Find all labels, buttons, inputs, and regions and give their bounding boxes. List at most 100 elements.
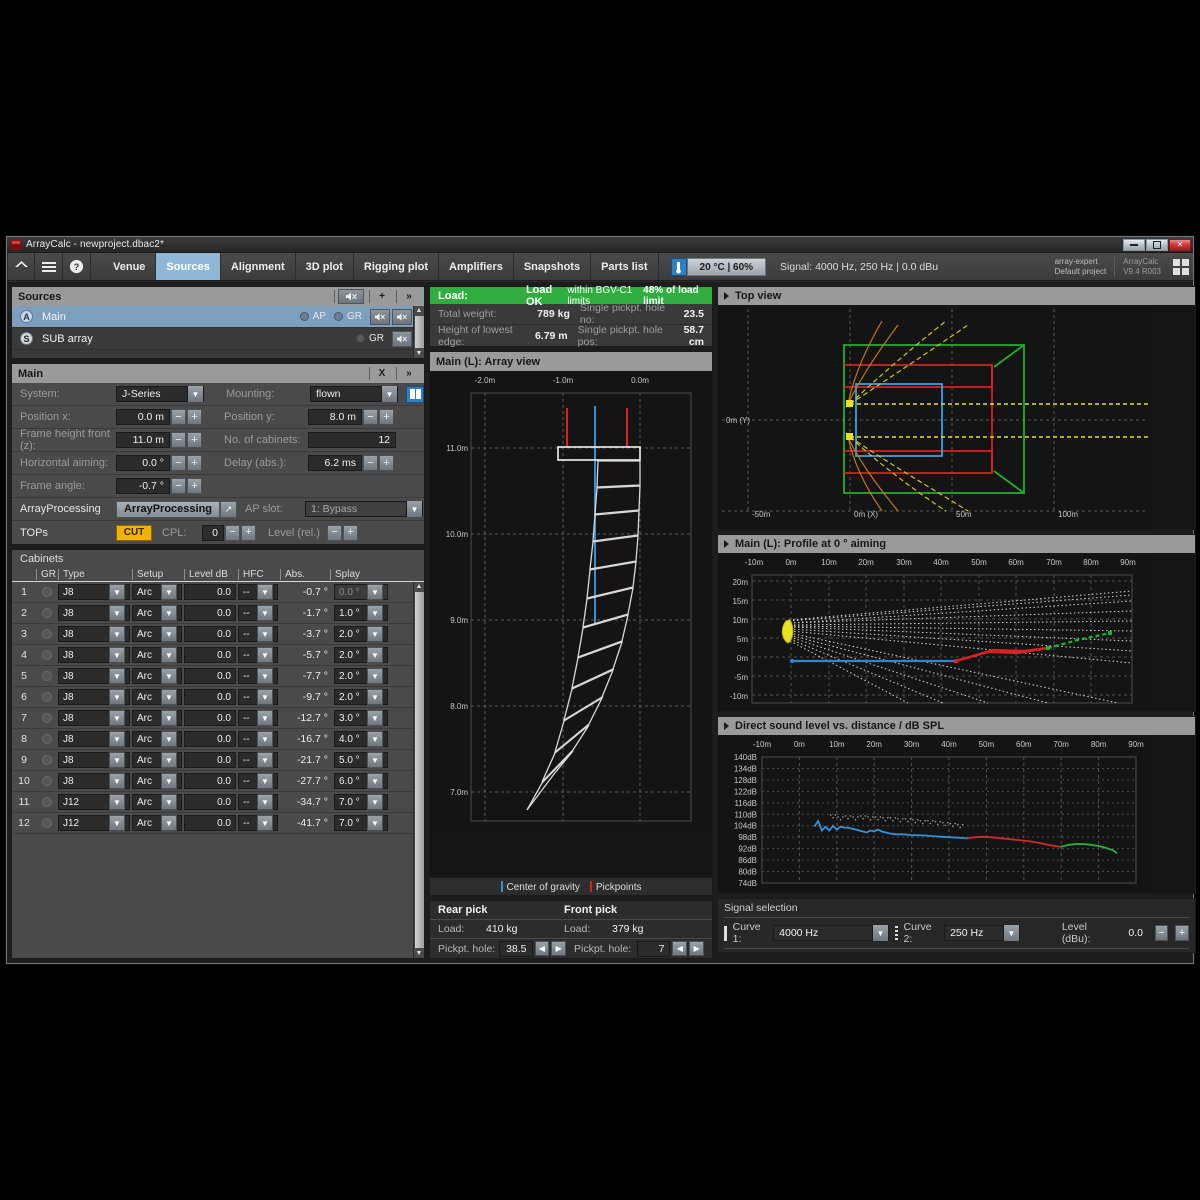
cabinet-hfc-select[interactable]: --▼ [238, 773, 278, 789]
cpl-minus-button[interactable]: − [225, 525, 240, 541]
mounting-select[interactable]: flown ▼ [310, 386, 398, 402]
expand-triangle-icon[interactable] [724, 722, 729, 730]
position-x-minus-button[interactable]: − [171, 409, 186, 425]
chevron-down-icon[interactable]: ▼ [1003, 925, 1019, 941]
chevron-down-icon[interactable]: ▼ [109, 731, 125, 747]
cabinet-gr-toggle[interactable] [36, 650, 58, 660]
chevron-down-icon[interactable]: ▼ [161, 710, 177, 726]
delay-plus-button[interactable]: + [379, 455, 394, 471]
chevron-down-icon[interactable]: ▼ [109, 668, 125, 684]
cabinet-hfc-select[interactable]: --▼ [238, 668, 278, 684]
profile-header[interactable]: Main (L): Profile at 0 ° aiming [718, 535, 1195, 553]
chevron-down-icon[interactable]: ▼ [161, 584, 177, 600]
table-row[interactable]: 9J8▼Arc▼0.0--▼-21.7 °5.0 °▼ [12, 750, 424, 771]
profile-plot[interactable]: -10m 0m 10m 20m 30m 40m 50m 60m 70m 80m … [718, 553, 1195, 711]
cabinet-gr-toggle[interactable] [36, 587, 58, 597]
source-row-sub-array[interactable]: S SUB array GR [12, 328, 424, 350]
cabinet-level-input[interactable]: 0.0 [184, 773, 236, 789]
cabinet-splay-select[interactable]: 1.0 °▼ [334, 605, 388, 621]
chevron-down-icon[interactable]: ▼ [257, 584, 273, 600]
cabinet-level-input[interactable]: 0.0 [184, 689, 236, 705]
cabinet-level-input[interactable]: 0.0 [184, 668, 236, 684]
cabinet-level-input[interactable]: 0.0 [184, 710, 236, 726]
cabinet-hfc-select[interactable]: --▼ [238, 689, 278, 705]
rear-hole-prev-button[interactable]: ◀ [535, 941, 550, 956]
delay-minus-button[interactable]: − [363, 455, 378, 471]
cabinet-splay-select[interactable]: 2.0 °▼ [334, 689, 388, 705]
table-row[interactable]: 7J8▼Arc▼0.0--▼-12.7 °3.0 °▼ [12, 708, 424, 729]
cabinet-gr-toggle[interactable] [36, 629, 58, 639]
chevron-down-icon[interactable]: ▼ [257, 647, 273, 663]
cabinet-splay-select[interactable]: 2.0 °▼ [334, 668, 388, 684]
cabinet-hfc-select[interactable]: --▼ [238, 815, 278, 831]
cabinet-splay-select[interactable]: 6.0 °▼ [334, 773, 388, 789]
chevron-down-icon[interactable]: ▼ [109, 584, 125, 600]
arrayprocessing-button[interactable]: ArrayProcessing [116, 501, 220, 518]
cabinet-gr-toggle[interactable] [36, 692, 58, 702]
cabinet-gr-toggle[interactable] [36, 713, 58, 723]
tab-amplifiers[interactable]: Amplifiers [439, 253, 514, 280]
mute-all-icon[interactable] [338, 289, 364, 304]
chevron-down-icon[interactable]: ▼ [161, 626, 177, 642]
cabinets-scrollbar[interactable]: ▲ ▼ [413, 582, 424, 958]
cabinet-level-input[interactable]: 0.0 [184, 647, 236, 663]
chevron-down-icon[interactable]: ▼ [109, 773, 125, 789]
open-external-icon[interactable]: ↗ [220, 501, 237, 518]
chevron-down-icon[interactable]: ▼ [257, 605, 273, 621]
cabinet-type-select[interactable]: J8▼ [58, 710, 130, 726]
table-row[interactable]: 1J8▼Arc▼0.0--▼-0.7 °0.0 °▼ [12, 582, 424, 603]
curve1-select[interactable]: 4000 Hz ▼ [773, 925, 889, 941]
cabinet-gr-toggle[interactable] [36, 797, 58, 807]
minimize-button[interactable] [1123, 239, 1145, 251]
chevron-down-icon[interactable]: ▼ [367, 710, 383, 726]
cabinet-hfc-select[interactable]: --▼ [238, 647, 278, 663]
cabinet-splay-select[interactable]: 4.0 °▼ [334, 731, 388, 747]
properties-more-button[interactable]: » [400, 366, 418, 381]
spl-chart-plot[interactable]: -10m0m10m20m30m40m50m60m70m80m90m74dB80d… [718, 735, 1195, 893]
chevron-down-icon[interactable]: ▼ [109, 752, 125, 768]
cabinet-setup-select[interactable]: Arc▼ [132, 668, 182, 684]
position-y-input[interactable]: 8.0 m [308, 409, 362, 425]
front-hole-input[interactable]: 7 [637, 941, 671, 957]
tab-sources[interactable]: Sources [156, 253, 220, 280]
sources-more-button[interactable]: » [400, 289, 418, 304]
frame-height-plus-button[interactable]: + [187, 432, 202, 448]
ap-indicator[interactable] [300, 312, 309, 321]
cabinet-splay-select[interactable]: 7.0 °▼ [334, 815, 388, 831]
cabinet-hfc-select[interactable]: --▼ [238, 710, 278, 726]
cabinet-setup-select[interactable]: Arc▼ [132, 731, 182, 747]
chevron-down-icon[interactable]: ▼ [161, 752, 177, 768]
chevron-down-icon[interactable]: ▼ [257, 626, 273, 642]
table-row[interactable]: 3J8▼Arc▼0.0--▼-3.7 °2.0 °▼ [12, 624, 424, 645]
cabinet-setup-select[interactable]: Arc▼ [132, 626, 182, 642]
table-row[interactable]: 4J8▼Arc▼0.0--▼-5.7 °2.0 °▼ [12, 645, 424, 666]
chevron-down-icon[interactable]: ▼ [257, 794, 273, 810]
cabinet-level-input[interactable]: 0.0 [184, 605, 236, 621]
cabinet-type-select[interactable]: J8▼ [58, 668, 130, 684]
cabinet-splay-select[interactable]: 0.0 °▼ [334, 584, 388, 600]
cabinet-type-select[interactable]: J8▼ [58, 689, 130, 705]
mirror-icon[interactable] [406, 386, 424, 403]
chevron-down-icon[interactable]: ▼ [161, 794, 177, 810]
chevron-down-icon[interactable]: ▼ [367, 815, 383, 831]
chevron-down-icon[interactable]: ▼ [109, 794, 125, 810]
table-row[interactable]: 11J12▼Arc▼0.0--▼-34.7 °7.0 °▼ [12, 792, 424, 813]
rear-hole-input[interactable]: 38.5 [499, 941, 533, 957]
cabinet-splay-select[interactable]: 5.0 °▼ [334, 752, 388, 768]
chevron-down-icon[interactable]: ▼ [257, 710, 273, 726]
ap-slot-select[interactable]: 1: Bypass ▼ [305, 501, 423, 517]
cabinet-type-select[interactable]: J8▼ [58, 584, 130, 600]
cabinet-setup-select[interactable]: Arc▼ [132, 647, 182, 663]
chevron-down-icon[interactable]: ▼ [109, 605, 125, 621]
tab-snapshots[interactable]: Snapshots [514, 253, 591, 280]
cabinet-setup-select[interactable]: Arc▼ [132, 794, 182, 810]
scroll-up-icon[interactable]: ▲ [415, 306, 424, 315]
chevron-down-icon[interactable]: ▼ [257, 815, 273, 831]
chevron-down-icon[interactable]: ▼ [257, 773, 273, 789]
no-cabinets-input[interactable]: 12 [308, 432, 396, 448]
gr-indicator[interactable] [356, 334, 365, 343]
cabinet-hfc-select[interactable]: --▼ [238, 731, 278, 747]
source-mute-icon[interactable] [370, 309, 390, 325]
cabinet-gr-toggle[interactable] [36, 608, 58, 618]
frame-angle-minus-button[interactable]: − [171, 478, 186, 494]
